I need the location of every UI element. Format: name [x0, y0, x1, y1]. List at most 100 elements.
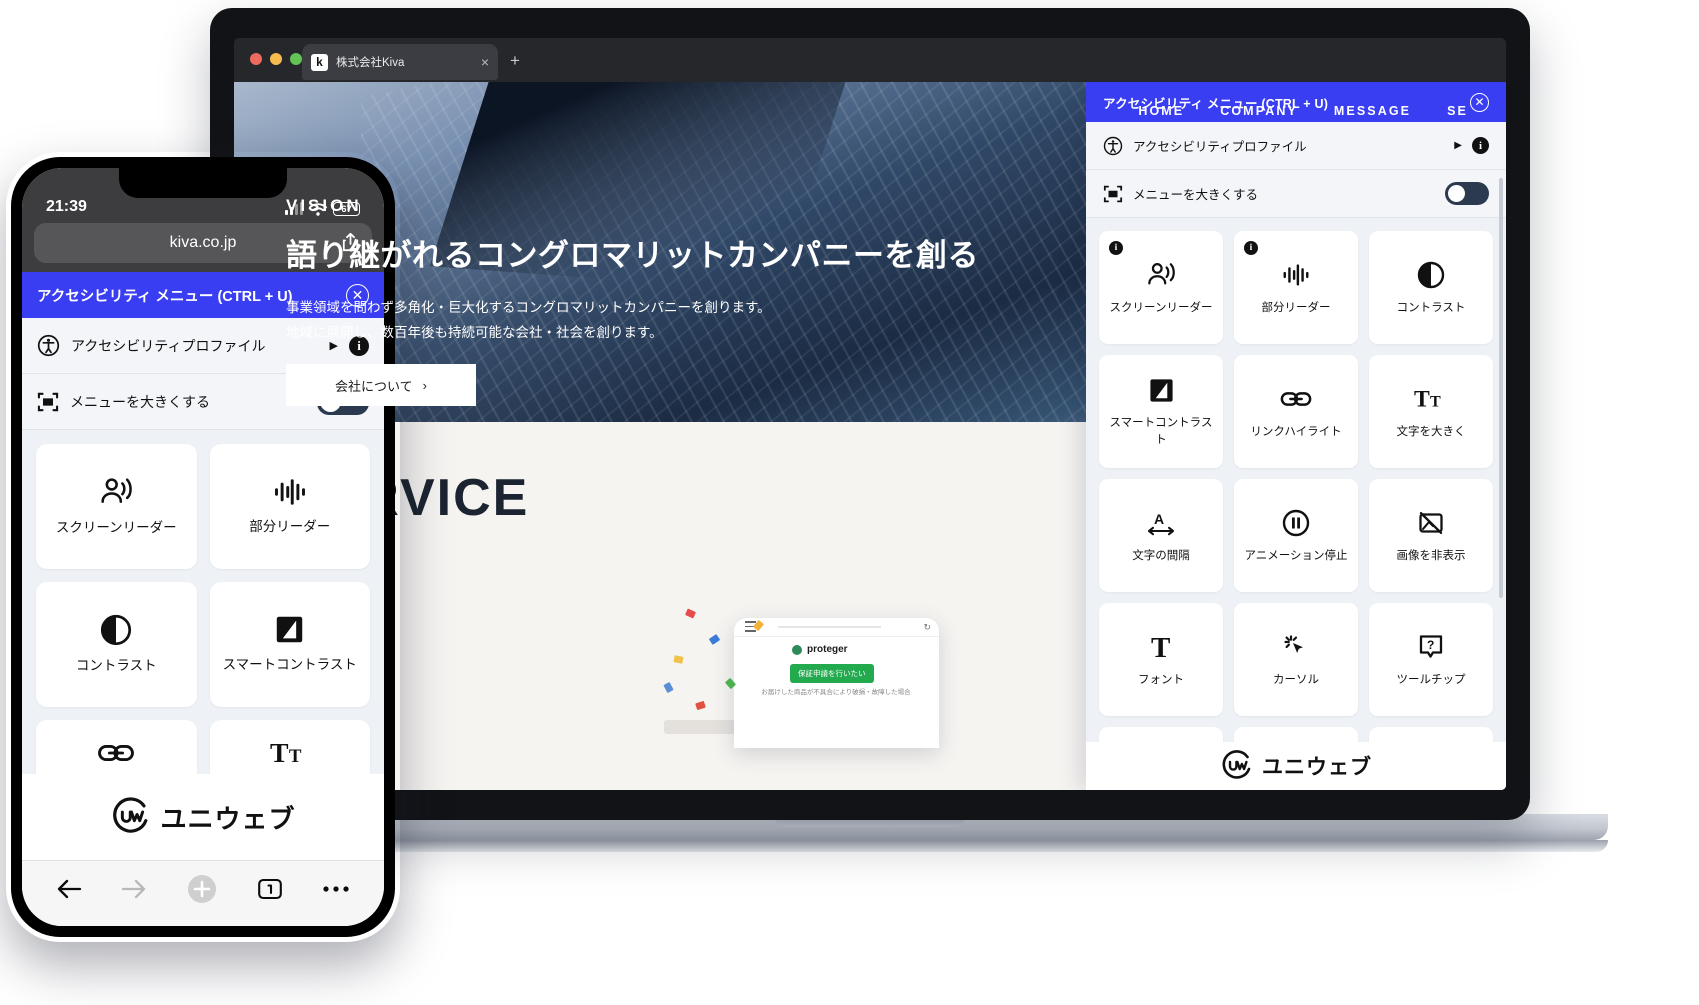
hero-subtitle-line-2: 地域に展開し、数百年後も持続可能な会社・社会を創ります。: [286, 324, 663, 340]
window-controls[interactable]: [250, 53, 302, 65]
waveform-icon: [1281, 259, 1311, 291]
mockup-topbar: ↻: [734, 618, 939, 637]
tile-label: リンクハイライト: [1250, 425, 1342, 438]
tile-smart-contrast[interactable]: スマートコントラスト: [209, 582, 370, 707]
tile-screen-reader[interactable]: スクリーンリーダー: [36, 444, 197, 569]
mockup-badge: 保証申請を行いたい: [790, 664, 874, 683]
tab-title: 株式会社Kiva: [336, 57, 405, 69]
cursor-icon: [1282, 631, 1310, 663]
nav-item-message[interactable]: MESSAGE: [1334, 104, 1411, 118]
phone-tile-grid: スクリーンリーダー 部分リーダー コントラスト スマートコントラスト T T: [22, 430, 384, 806]
contrast-circle-icon: [1417, 259, 1445, 291]
tile-font[interactable]: T フォント: [1099, 603, 1223, 716]
font-icon: T: [1148, 631, 1174, 663]
uniweb-uw-logo: ユニウェブ: [110, 796, 295, 838]
pause-circle-icon: [1282, 507, 1310, 539]
tile-contrast[interactable]: コントラスト: [36, 582, 197, 707]
accessibility-menu-panel: アクセシビリティ メニュー (CTRL + U) ✕ アクセシビリティプロファイ…: [1086, 82, 1506, 790]
forward-arrow-icon[interactable]: [121, 878, 147, 900]
product-mockup: ↻ proteger 保証申請を行いたい お届けした商品が不具合により破損・故障…: [734, 618, 939, 748]
waveform-icon: [272, 477, 308, 507]
tile-letter-spacing[interactable]: A 文字の間隔: [1099, 479, 1223, 592]
tile-label: スクリーンリーダー: [1109, 301, 1213, 314]
info-icon[interactable]: i: [1472, 137, 1489, 154]
nav-item-company[interactable]: COMPANY: [1220, 104, 1298, 118]
link-icon: [1280, 383, 1312, 415]
tile-bigger-text[interactable]: T T 文字を大きく: [1369, 355, 1493, 468]
back-arrow-icon[interactable]: [56, 878, 82, 900]
uniweb-brand-label: ユニウェブ: [160, 803, 296, 834]
laptop-screen: k 株式会社Kiva × + HOME COMPANY MESSAGE SE V…: [234, 38, 1506, 790]
plus-circle-icon[interactable]: [187, 874, 217, 904]
tile-label: スマートコントラスト: [1109, 417, 1213, 446]
mockup-brand-dot-icon: [792, 644, 802, 655]
new-tab-icon[interactable]: +: [510, 52, 520, 69]
tile-label: コントラスト: [1396, 301, 1466, 314]
laptop-device: k 株式会社Kiva × + HOME COMPANY MESSAGE SE V…: [132, 8, 1608, 858]
phone-accessibility-title: アクセシビリティ メニュー (CTRL + U): [37, 288, 293, 305]
chevron-right-icon: ›: [422, 377, 427, 393]
screen-reader-icon: [98, 476, 134, 508]
svg-text:A: A: [1154, 511, 1164, 527]
contrast-circle-icon: [100, 614, 132, 646]
tile-pause-animation[interactable]: アニメーション停止: [1234, 479, 1358, 592]
tile-partial-reader[interactable]: i 部分リーダー: [1234, 231, 1358, 344]
svg-text:?: ?: [1427, 638, 1434, 652]
phone-menu-footer: ユニウェブ: [22, 774, 384, 860]
tile-label: 文字を大きく: [1396, 425, 1466, 438]
nav-item-home[interactable]: HOME: [1138, 104, 1184, 118]
tile-screen-reader[interactable]: i スクリーンリーダー: [1099, 231, 1223, 344]
tile-partial-reader[interactable]: 部分リーダー: [209, 444, 370, 569]
chevron-right-icon: ▶: [1454, 140, 1462, 151]
tile-smart-contrast[interactable]: スマートコントラスト: [1099, 355, 1223, 468]
uniweb-uw-logo: ユニウェブ: [1220, 749, 1372, 783]
mockup-caption: お届けした商品が不具合により破損・故障した場合: [761, 689, 911, 696]
nav-item-service[interactable]: SE: [1447, 104, 1468, 118]
more-dots-icon[interactable]: [322, 884, 350, 894]
site-nav[interactable]: HOME COMPANY MESSAGE SE: [1138, 104, 1468, 118]
info-icon[interactable]: i: [1244, 241, 1258, 255]
svg-text:T: T: [1414, 386, 1430, 411]
tile-cursor[interactable]: カーソル: [1234, 603, 1358, 716]
big-text-icon: T T: [1414, 383, 1448, 415]
close-window-button[interactable]: [250, 53, 262, 65]
tile-hide-images[interactable]: 画像を非表示: [1369, 479, 1493, 592]
close-icon[interactable]: ✕: [1470, 92, 1489, 112]
smart-contrast-icon: [1148, 374, 1175, 406]
confetti-piece: [695, 700, 706, 711]
panel-scrollbar[interactable]: [1499, 178, 1503, 598]
tile-link-highlight[interactable]: リンクハイライト: [1234, 355, 1358, 468]
smart-contrast-icon: [274, 614, 305, 645]
minimize-window-button[interactable]: [270, 53, 282, 65]
tile-label: スマートコントラスト: [222, 657, 357, 673]
enlarge-menu-row[interactable]: メニューを大きくする: [1086, 170, 1506, 218]
mockup-brand: proteger: [792, 644, 848, 655]
close-tab-icon[interactable]: ×: [481, 55, 489, 69]
info-icon[interactable]: i: [1109, 241, 1123, 255]
confetti-piece: [673, 655, 684, 664]
browser-chrome: k 株式会社Kiva × +: [234, 38, 1506, 82]
letter-spacing-icon: A: [1146, 507, 1176, 539]
phone-page-content: アクセシビリティ メニュー (CTRL + U) ✕ アクセシビリティプロファイ…: [22, 272, 384, 860]
hero-kicker: VISION: [286, 196, 362, 215]
tile-contrast[interactable]: コントラスト: [1369, 231, 1493, 344]
tile-label: スクリーンリーダー: [55, 519, 177, 535]
tile-label: コントラスト: [75, 657, 157, 673]
maximize-window-button[interactable]: [290, 53, 302, 65]
laptop-lid: k 株式会社Kiva × + HOME COMPANY MESSAGE SE V…: [210, 8, 1530, 820]
tile-label: フォント: [1138, 673, 1184, 686]
confetti-piece: [684, 608, 697, 619]
hero-cta-button[interactable]: 会社について ›: [286, 364, 476, 406]
big-text-icon: T T: [270, 738, 310, 768]
accessibility-menu-footer: ユニウェブ: [1086, 742, 1506, 790]
favicon-icon: k: [311, 53, 328, 71]
browser-tab[interactable]: k 株式会社Kiva ×: [302, 44, 498, 80]
accessibility-profile-row[interactable]: アクセシビリティプロファイル ▶ i: [1086, 122, 1506, 170]
accessibility-person-icon: [1103, 136, 1123, 156]
tile-label: カーソル: [1273, 673, 1319, 686]
tile-tooltip[interactable]: ? ツールチップ: [1369, 603, 1493, 716]
enlarge-menu-toggle[interactable]: [1445, 182, 1489, 205]
svg-text:T: T: [289, 746, 302, 767]
phone-enlarge-label: メニューを大きくする: [70, 393, 210, 410]
tabs-icon[interactable]: [257, 877, 283, 901]
